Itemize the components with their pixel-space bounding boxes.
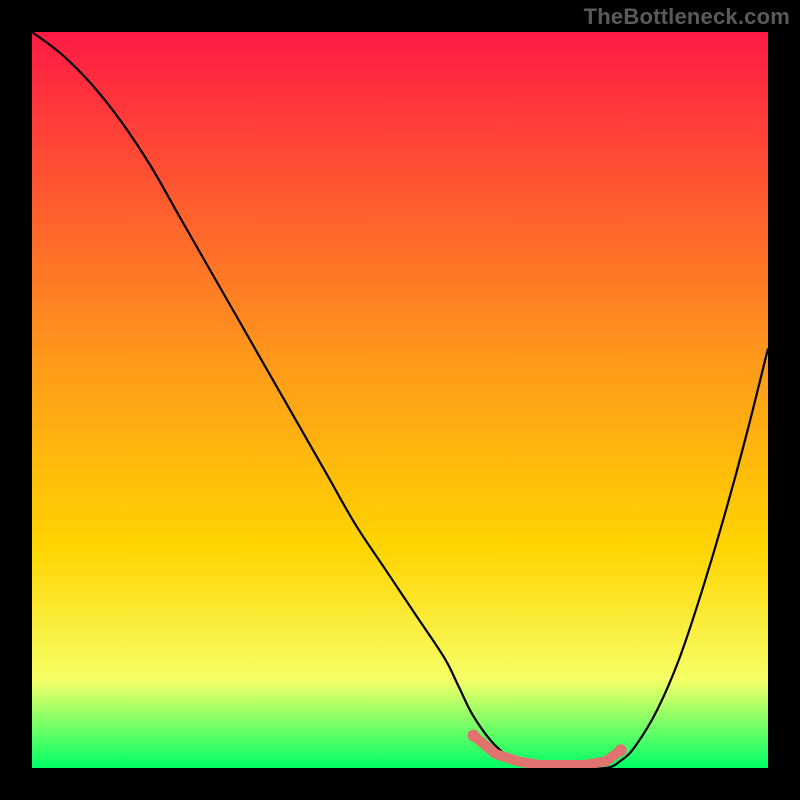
watermark-text: TheBottleneck.com	[584, 4, 790, 30]
gradient-background	[32, 32, 768, 768]
optimal-region-endpoint	[468, 730, 480, 742]
bottleneck-chart	[32, 32, 768, 768]
optimal-region-endpoint	[615, 744, 627, 756]
chart-frame: TheBottleneck.com	[0, 0, 800, 800]
plot-area	[32, 32, 768, 768]
